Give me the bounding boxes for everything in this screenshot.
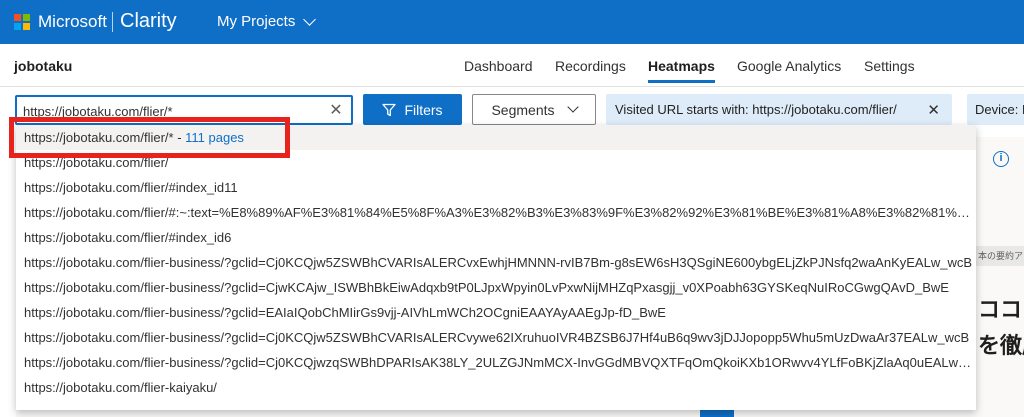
annotation-highlight-box — [9, 117, 290, 158]
product-name[interactable]: Clarity — [120, 10, 177, 33]
tab-google-analytics[interactable]: Google Analytics — [737, 58, 841, 74]
close-icon[interactable]: ✕ — [927, 101, 940, 119]
brand-divider — [112, 12, 113, 32]
list-item[interactable]: https://jobotaku.com/flier-kaiyaku/ — [16, 375, 976, 400]
url-suggestions-dropdown: https://jobotaku.com/flier/* - 111 pages… — [16, 125, 976, 410]
filters-button[interactable]: Filters — [363, 94, 462, 125]
list-item[interactable]: https://jobotaku.com/flier-business/?gcl… — [16, 250, 976, 275]
list-item[interactable]: https://jobotaku.com/flier-business/?gcl… — [16, 325, 976, 350]
clear-icon[interactable]: ✕ — [329, 103, 343, 119]
tab-recordings[interactable]: Recordings — [555, 58, 626, 74]
page-preview-strip: 本の要約ア — [976, 246, 1024, 266]
list-item[interactable]: https://jobotaku.com/flier/#index_id11 — [16, 175, 976, 200]
funnel-icon — [382, 103, 397, 116]
device-filter-chip[interactable]: Device: M — [967, 94, 1024, 125]
tab-heatmaps-label: Heatmaps — [648, 58, 715, 74]
tab-heatmaps[interactable]: Heatmaps — [648, 58, 715, 83]
filters-label: Filters — [404, 101, 443, 118]
header-divider — [0, 86, 1024, 87]
url-filter-chip[interactable]: Visited URL starts with: https://jobotak… — [606, 94, 952, 125]
tab-dashboard[interactable]: Dashboard — [464, 58, 533, 74]
tab-settings[interactable]: Settings — [864, 58, 915, 74]
chevron-down-icon — [566, 101, 579, 113]
device-filter-chip-label: Device: M — [975, 102, 1024, 117]
brand-name: Microsoft — [38, 12, 107, 31]
main-nav: Dashboard Recordings Heatmaps Google Ana… — [0, 58, 1024, 88]
page-preview-heading-1: ココミ — [978, 297, 1024, 322]
page-preview-button — [700, 410, 734, 417]
chevron-down-icon — [303, 12, 317, 26]
info-icon[interactable]: i — [993, 151, 1009, 167]
list-item[interactable]: https://jobotaku.com/flier-business/?gcl… — [16, 275, 976, 300]
segments-label: Segments — [491, 101, 555, 118]
active-tab-indicator — [648, 80, 715, 83]
top-bar: Microsoft Clarity My Projects — [0, 0, 1024, 44]
url-filter-chip-label: Visited URL starts with: https://jobotak… — [615, 102, 897, 117]
my-projects-menu[interactable]: My Projects — [217, 12, 317, 30]
microsoft-logo-icon — [14, 14, 30, 30]
list-item[interactable]: https://jobotaku.com/flier/#index_id6 — [16, 225, 976, 250]
list-item[interactable]: https://jobotaku.com/flier-business/?gcl… — [16, 350, 976, 375]
segments-button[interactable]: Segments — [472, 94, 596, 125]
page-preview-heading-2: を徹底 — [978, 333, 1024, 358]
my-projects-label: My Projects — [217, 13, 296, 30]
list-item[interactable]: https://jobotaku.com/flier/#:~:text=%E8%… — [16, 200, 976, 225]
list-item[interactable]: https://jobotaku.com/flier-business/?gcl… — [16, 300, 976, 325]
